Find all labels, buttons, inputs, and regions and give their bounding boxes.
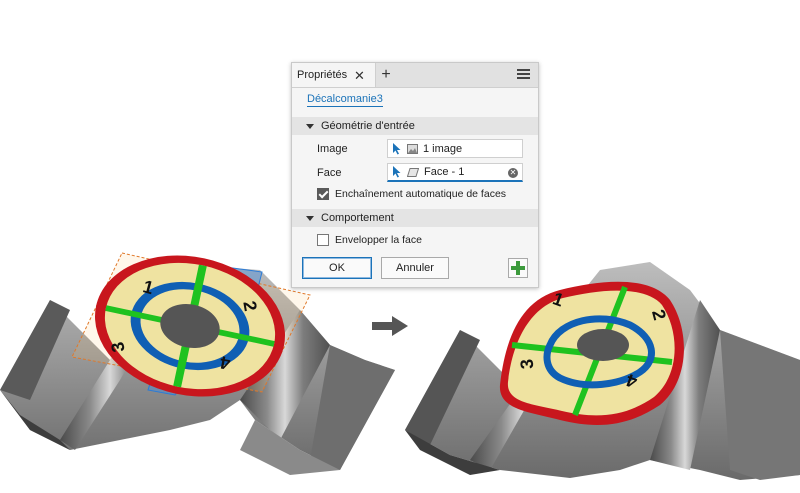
arrow-icon: [372, 316, 408, 336]
image-selector[interactable]: 1 image: [387, 139, 523, 158]
chevron-down-icon: [306, 123, 314, 129]
close-icon[interactable]: ✕: [354, 68, 365, 84]
ok-button[interactable]: OK: [302, 257, 372, 279]
feature-name-link[interactable]: Décalcomanie3: [307, 93, 383, 107]
face-value: Face - 1: [424, 166, 465, 178]
chain-faces-label: Enchaînement automatique de faces: [335, 188, 507, 200]
image-value: 1 image: [423, 142, 463, 155]
image-icon: [407, 143, 418, 154]
section-input-geometry[interactable]: Géométrie d'entrée: [292, 117, 538, 135]
cancel-button[interactable]: Annuler: [381, 257, 449, 279]
clear-icon[interactable]: ✕: [508, 168, 518, 178]
tab-bar: Propriétés ✕ +: [292, 63, 538, 88]
face-selector[interactable]: Face - 1 ✕: [387, 163, 523, 182]
properties-panel: Propriétés ✕ + Décalcomanie3 Géométrie d…: [291, 62, 539, 288]
cursor-icon: [393, 166, 401, 178]
section-input-geometry-label: Géométrie d'entrée: [321, 120, 415, 132]
wrap-face-label: Envelopper la face: [335, 234, 422, 246]
wrap-face-checkbox[interactable]: [317, 234, 329, 246]
decal-right: [499, 281, 684, 425]
plus-icon: [511, 261, 525, 275]
menu-icon[interactable]: [517, 69, 530, 80]
add-tab-button[interactable]: +: [376, 65, 396, 85]
tab-properties[interactable]: Propriétés ✕: [292, 63, 376, 87]
add-button[interactable]: [508, 258, 528, 278]
decal-right-number-3: 3: [517, 358, 538, 370]
chevron-down-icon: [306, 215, 314, 221]
image-label: Image: [317, 143, 348, 155]
tab-properties-label: Propriétés: [297, 69, 348, 81]
section-behavior-label: Comportement: [321, 212, 394, 224]
section-behavior[interactable]: Comportement: [292, 209, 538, 227]
face-label: Face: [317, 167, 342, 179]
face-icon: [407, 167, 419, 177]
chain-faces-checkbox[interactable]: [317, 188, 329, 200]
cursor-icon: [393, 142, 401, 154]
